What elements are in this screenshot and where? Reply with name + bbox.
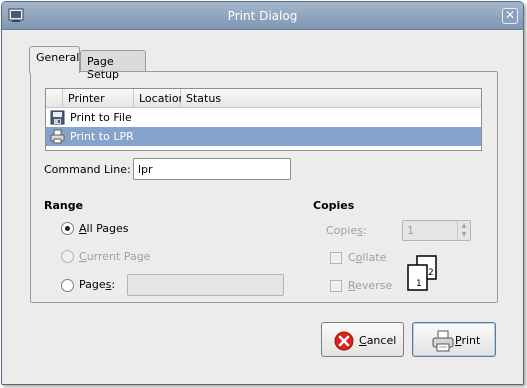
window-title: Print Dialog bbox=[227, 9, 298, 23]
printer-row-print-to-lpr[interactable]: Print to LPR bbox=[46, 127, 481, 146]
close-icon: ✕ bbox=[504, 8, 516, 22]
print-button-label: Print bbox=[455, 334, 481, 347]
all-pages-label[interactable]: All Pages bbox=[79, 222, 129, 235]
column-header-location[interactable]: Location bbox=[134, 89, 186, 108]
close-window-button[interactable]: ✕ bbox=[502, 8, 518, 24]
tab-general-label: General bbox=[36, 51, 80, 64]
current-page-radio[interactable] bbox=[61, 250, 74, 263]
copies-spinbutton[interactable]: 1 ▲ ▼ bbox=[402, 220, 471, 241]
copies-label: Copies: bbox=[326, 224, 367, 237]
printer-row-print-to-file[interactable]: Print to File bbox=[46, 108, 481, 127]
printer-list[interactable]: Printer Location Status Print to File Pr… bbox=[45, 88, 482, 151]
column-header-location-label: Location bbox=[139, 92, 186, 105]
collate-page-1-number: 1 bbox=[416, 279, 422, 289]
cancel-icon bbox=[334, 331, 354, 351]
spin-down-icon[interactable]: ▼ bbox=[458, 230, 470, 239]
collate-page-2-number: 2 bbox=[428, 268, 434, 278]
column-header-printer-label: Printer bbox=[68, 92, 105, 105]
column-header-blank bbox=[46, 89, 63, 108]
collate-pages-icon: 2 1 bbox=[407, 255, 437, 291]
printer-name: Print to File bbox=[70, 111, 132, 124]
reverse-checkbox[interactable] bbox=[330, 280, 342, 292]
pages-label[interactable]: Pages: bbox=[79, 278, 115, 291]
pages-radio[interactable] bbox=[61, 279, 74, 292]
column-header-status-label: Status bbox=[186, 92, 222, 105]
printer-name: Print to LPR bbox=[70, 130, 134, 143]
cancel-button-label: Cancel bbox=[359, 334, 397, 347]
tab-general[interactable]: General bbox=[29, 46, 80, 73]
collate-label: Collate bbox=[348, 251, 387, 264]
cancel-button[interactable]: Cancel bbox=[321, 322, 404, 357]
floppy-disk-icon bbox=[50, 110, 65, 125]
printer-icon bbox=[432, 330, 454, 352]
column-header-status[interactable]: Status bbox=[181, 89, 481, 108]
printer-icon bbox=[50, 129, 65, 144]
print-dialog-window: Print Dialog ✕ General Page Setup Printe… bbox=[1, 1, 524, 385]
copies-value: 1 bbox=[407, 224, 414, 237]
title-bar[interactable]: Print Dialog ✕ bbox=[2, 2, 523, 30]
copies-section-title: Copies bbox=[313, 199, 355, 212]
copies-spin-arrows[interactable]: ▲ ▼ bbox=[457, 221, 470, 240]
tab-page-setup[interactable]: Page Setup bbox=[80, 50, 146, 81]
pages-range-input[interactable] bbox=[127, 274, 284, 296]
current-page-label: Current Page bbox=[79, 250, 151, 263]
range-section-title: Range bbox=[44, 199, 84, 212]
column-header-printer[interactable]: Printer bbox=[63, 89, 134, 108]
collate-checkbox[interactable] bbox=[330, 252, 342, 264]
all-pages-radio[interactable] bbox=[61, 222, 74, 235]
reverse-label: Reverse bbox=[348, 279, 393, 292]
spin-up-icon[interactable]: ▲ bbox=[458, 221, 470, 230]
command-line-input[interactable] bbox=[133, 158, 291, 180]
print-button[interactable]: Print bbox=[412, 322, 496, 357]
command-line-label: Command Line: bbox=[44, 163, 131, 176]
